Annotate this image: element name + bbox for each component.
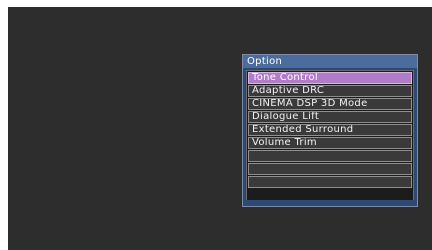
option-item-extended-surround[interactable]: Extended Surround xyxy=(248,124,412,136)
option-menu-panel: Option Tone Control Adaptive DRC CINEMA … xyxy=(242,54,418,207)
option-item-tone-control[interactable]: Tone Control xyxy=(248,72,412,84)
option-item-empty-3 xyxy=(248,176,412,188)
tv-screen: Option Tone Control Adaptive DRC CINEMA … xyxy=(8,7,432,250)
option-menu-title: Option xyxy=(243,55,417,68)
option-item-adaptive-drc[interactable]: Adaptive DRC xyxy=(248,85,412,97)
option-item-cinema-dsp-3d-mode[interactable]: CINEMA DSP 3D Mode xyxy=(248,98,412,110)
option-item-dialogue-lift[interactable]: Dialogue Lift xyxy=(248,111,412,123)
option-menu-footer xyxy=(243,200,417,206)
option-item-empty-1 xyxy=(248,150,412,162)
option-item-empty-2 xyxy=(248,163,412,175)
option-item-volume-trim[interactable]: Volume Trim xyxy=(248,137,412,149)
option-list: Tone Control Adaptive DRC CINEMA DSP 3D … xyxy=(246,70,414,204)
